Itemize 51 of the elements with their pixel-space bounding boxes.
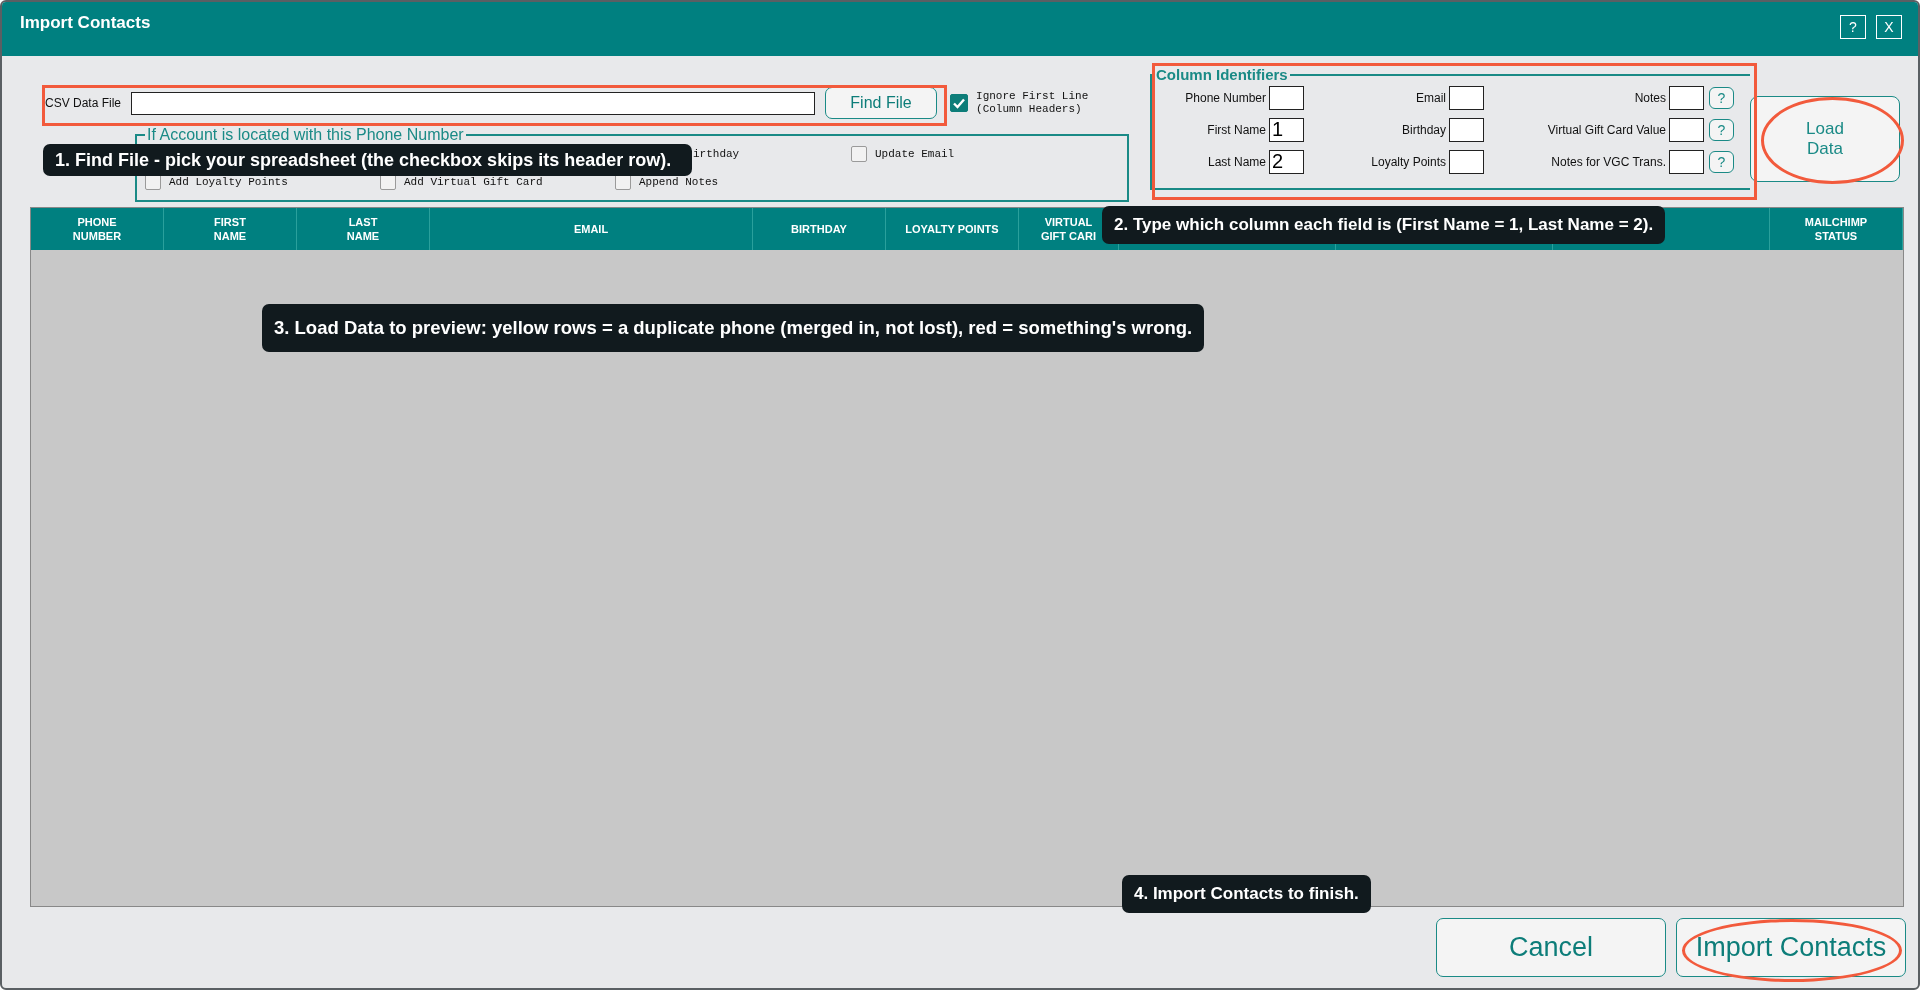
callout: 3. Load Data to preview: yellow rows = a duplicate phone (merged in, not lost), red = something's wrong.: [262, 304, 1205, 352]
column-header: LOYALTY POINTS: [886, 208, 1019, 250]
column-header: BIRTHDAY: [753, 208, 886, 250]
column-number-field[interactable]: 2: [1269, 149, 1304, 174]
load-data-button[interactable]: Load Data: [1750, 96, 1900, 182]
field-label: Last Name: [1207, 154, 1266, 169]
column-number-field[interactable]: [1669, 117, 1704, 142]
column-header: EMAIL: [430, 208, 753, 250]
column-number-field[interactable]: [1669, 149, 1704, 174]
cancel-button[interactable]: Cancel: [1436, 918, 1666, 977]
close-button[interactable]: X: [1876, 15, 1902, 39]
csv-file-field[interactable]: [131, 91, 816, 115]
column-header: PHONE NUMBER: [31, 208, 164, 250]
help-button[interactable]: ?: [1709, 150, 1734, 173]
field-label: Email: [1416, 90, 1446, 105]
ignore-first-line-label: Ignore First Line (Column Headers): [976, 90, 1089, 116]
ignore-first-line-checkbox[interactable]: [950, 94, 969, 112]
field-label: Phone Number: [1185, 90, 1266, 105]
callout: 2. Type which column each field is (First Name = 1, Last Name = 2).: [1102, 206, 1666, 244]
callout: 1. Find File - pick your spreadsheet (the checkbox skips its header row).: [43, 144, 692, 176]
field-label: Loyalty Points: [1371, 154, 1446, 169]
column-number-field[interactable]: [1449, 85, 1484, 110]
help-button[interactable]: ?: [1709, 86, 1734, 109]
option-label: Add Virtual Gift Card: [404, 176, 543, 188]
field-label: Birthday: [1401, 122, 1446, 137]
column-header: MAILCHIMP STATUS: [1770, 208, 1903, 250]
column-number-field[interactable]: [1449, 149, 1484, 174]
import-contacts-button[interactable]: Import Contacts: [1676, 918, 1906, 977]
help-button[interactable]: ?: [1709, 118, 1734, 141]
option-checkbox[interactable]: [851, 146, 867, 162]
option-label: Update Email: [875, 148, 955, 160]
column-header: LAST NAME: [297, 208, 430, 250]
find-file-button[interactable]: Find File: [825, 87, 938, 119]
column-number-field[interactable]: [1449, 117, 1484, 142]
column-number-field[interactable]: [1269, 85, 1304, 110]
column-number-field[interactable]: [1669, 85, 1704, 110]
option-label: irthday: [693, 148, 740, 160]
option-label: Add Loyalty Points: [169, 176, 288, 188]
field-label: Notes: [1634, 90, 1666, 105]
option-label: Append Notes: [639, 176, 719, 188]
field-label: Virtual Gift Card Value: [1547, 122, 1666, 137]
column-identifiers-legend: Column Identifiers: [1154, 66, 1290, 83]
csv-label: CSV Data File: [45, 96, 122, 110]
field-label: First Name: [1207, 122, 1266, 137]
column-header: FIRST NAME: [164, 208, 297, 250]
help-button[interactable]: ?: [1840, 15, 1866, 39]
callout: 4. Import Contacts to finish.: [1122, 875, 1371, 913]
column-number-field[interactable]: 1: [1269, 117, 1304, 142]
options-legend: If Account is located with this Phone Number: [145, 127, 466, 143]
window-title: Import Contacts: [20, 13, 151, 33]
field-label: Notes for VGC Trans.: [1551, 154, 1666, 169]
